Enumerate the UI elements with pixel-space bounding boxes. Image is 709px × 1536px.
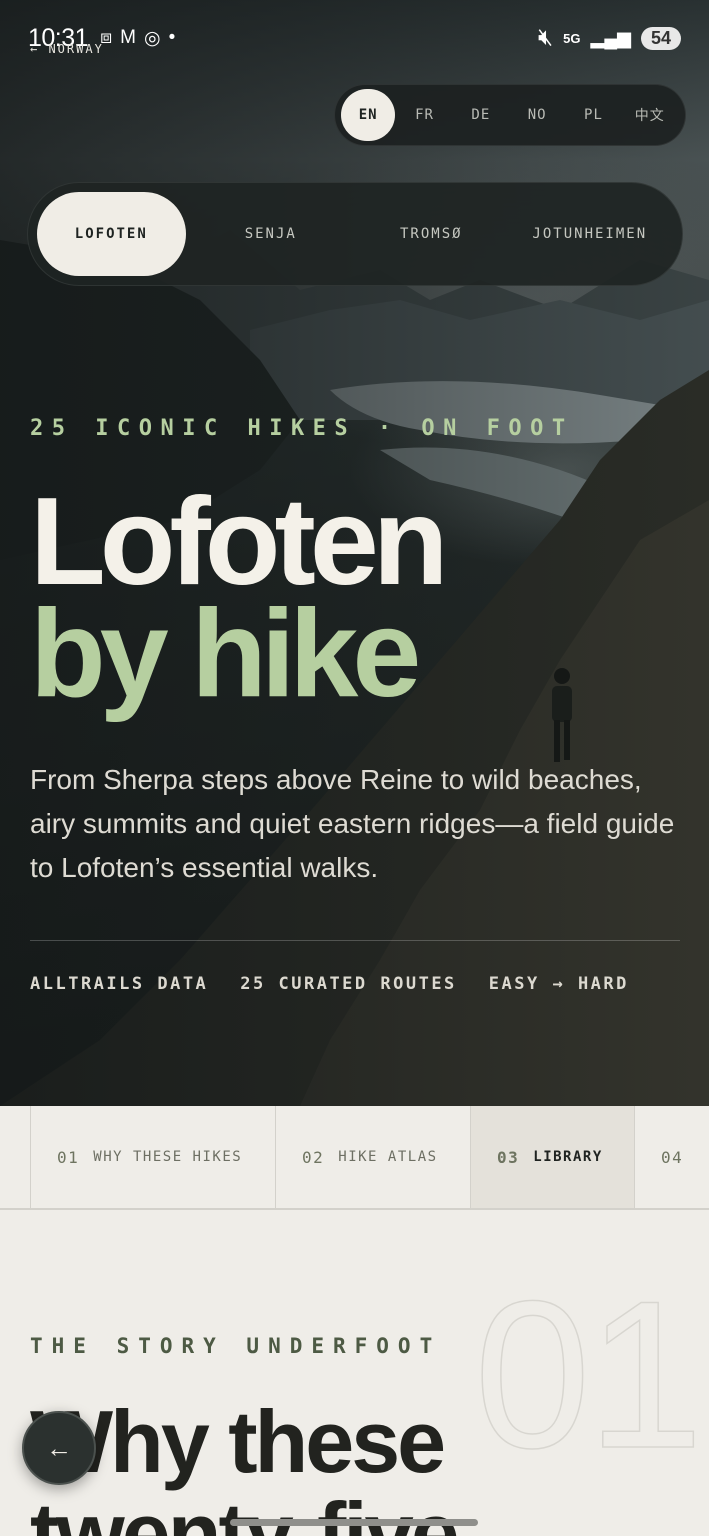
lang-fr[interactable]: FR (397, 89, 451, 141)
section-big-number: 01 (473, 1257, 704, 1492)
battery-indicator: 54 (640, 26, 681, 50)
section-link-atlas[interactable]: 02 HIKE ATLAS (275, 1106, 471, 1208)
lang-no[interactable]: NO (510, 89, 564, 141)
lang-en[interactable]: EN (341, 89, 396, 141)
whatsapp-icon: ◎ (143, 27, 161, 49)
section-link-library[interactable]: 03 LIBRARY (470, 1106, 635, 1208)
story-section: 01 THE STORY UNDERFOOT Why these twenty-… (0, 1210, 709, 1536)
region-tabs: LOFOTEN SENJA TROMSØ JOTUNHEIMEN (27, 182, 683, 286)
hero-meta: ALLTRAILS DATA 25 CURATED ROUTES EASY → … (30, 974, 629, 994)
signal-icon: ▂▄▆ (590, 27, 631, 48)
section-link-04[interactable]: 04 (634, 1106, 709, 1208)
lang-zh[interactable]: 中文 (623, 89, 677, 141)
language-switcher: EN FR DE NO PL 中文 (334, 84, 686, 146)
back-to-norway-link[interactable]: ← NORWAY (30, 42, 104, 56)
gesture-home-bar[interactable] (230, 1519, 478, 1526)
tab-tromso[interactable]: TROMSØ (356, 192, 507, 276)
hero-lede: From Sherpa steps above Reine to wild be… (30, 764, 675, 883)
dot-icon: • (168, 27, 176, 48)
story-title: Why these twenty-five (30, 1396, 460, 1536)
back-button[interactable]: ← (22, 1411, 96, 1485)
page-title-line2: by hike (30, 585, 421, 723)
network-label: 5G (563, 30, 581, 46)
section-label: HIKE ATLAS (338, 1149, 438, 1165)
mute-icon: 🔇︎ (538, 24, 554, 51)
meta-difficulty: EASY → HARD (488, 974, 629, 994)
tab-jotunheimen[interactable]: JOTUNHEIMEN (507, 192, 673, 276)
tab-lofoten[interactable]: LOFOTEN (37, 192, 186, 276)
story-eyebrow: THE STORY UNDERFOOT (30, 1334, 442, 1358)
section-label: LIBRARY (533, 1149, 603, 1165)
section-num: 04 (661, 1147, 684, 1167)
meta-source: ALLTRAILS DATA (30, 974, 209, 994)
lang-de[interactable]: DE (454, 89, 508, 141)
tab-senja[interactable]: SENJA (186, 192, 356, 276)
page-title-line1: Lofoten (30, 473, 449, 611)
hero-kicker: 25 ICONIC HIKES · ON FOOT (30, 416, 574, 441)
section-link-why[interactable]: 01 WHY THESE HIKES (30, 1106, 276, 1208)
page-title: Lofoten by hike (30, 473, 449, 723)
section-num: 03 (497, 1147, 520, 1167)
story-title-line2: twenty-five (30, 1484, 460, 1536)
lang-pl[interactable]: PL (566, 89, 620, 141)
meta-routes: 25 CURATED ROUTES (240, 974, 457, 994)
gmail-icon: M (120, 27, 136, 48)
section-nav: 01 WHY THESE HIKES 02 HIKE ATLAS 03 LIBR… (0, 1106, 709, 1210)
hero-divider (30, 940, 680, 941)
section-num: 01 (57, 1147, 80, 1167)
status-bar: 10:31 ⧈ M ◎ • 🔇︎ 5G ▂▄▆ 54 (0, 0, 709, 76)
section-num: 02 (302, 1147, 325, 1167)
section-label: WHY THESE HIKES (93, 1149, 243, 1165)
